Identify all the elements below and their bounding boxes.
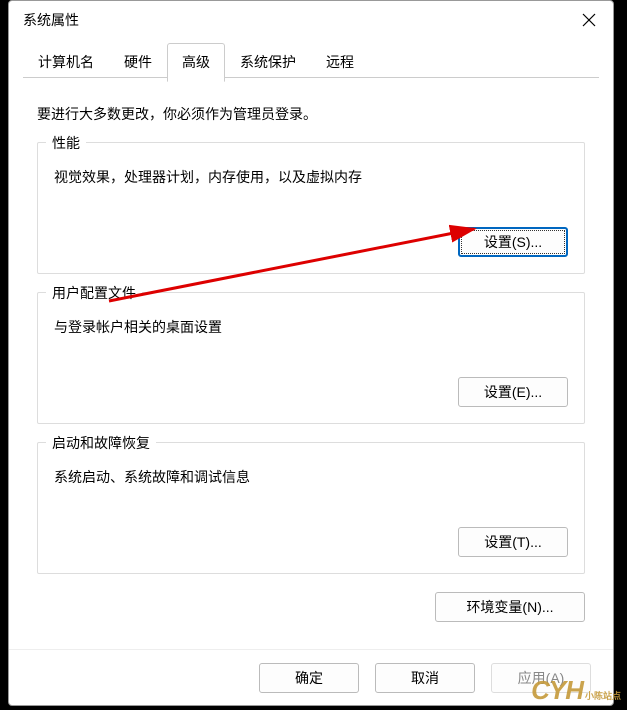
admin-note: 要进行大多数更改，你必须作为管理员登录。: [37, 104, 585, 124]
watermark: CYH小陈站点: [531, 675, 621, 706]
startup-recovery-desc: 系统启动、系统故障和调试信息: [54, 467, 568, 487]
environment-variables-button[interactable]: 环境变量(N)...: [435, 592, 585, 622]
ok-button[interactable]: 确定: [259, 663, 359, 693]
dialog-footer: 确定 取消 应用(A): [9, 649, 613, 705]
performance-desc: 视觉效果，处理器计划，内存使用，以及虚拟内存: [54, 167, 568, 187]
tab-system-protection[interactable]: 系统保护: [225, 43, 311, 81]
user-profiles-title: 用户配置文件: [46, 283, 142, 303]
cancel-button[interactable]: 取消: [375, 663, 475, 693]
close-icon: [582, 13, 596, 27]
close-button[interactable]: [577, 8, 601, 32]
startup-recovery-title: 启动和故障恢复: [46, 433, 156, 453]
titlebar: 系统属性: [9, 1, 613, 39]
tab-computer-name[interactable]: 计算机名: [23, 43, 109, 81]
tab-remote[interactable]: 远程: [311, 43, 369, 81]
startup-recovery-settings-button[interactable]: 设置(T)...: [458, 527, 568, 557]
user-profiles-desc: 与登录帐户相关的桌面设置: [54, 317, 568, 337]
tab-hardware[interactable]: 硬件: [109, 43, 167, 81]
performance-group: 性能 视觉效果，处理器计划，内存使用，以及虚拟内存 设置(S)...: [37, 142, 585, 274]
user-profiles-settings-button[interactable]: 设置(E)...: [458, 377, 568, 407]
tab-advanced[interactable]: 高级: [167, 43, 225, 82]
window-title: 系统属性: [23, 10, 79, 30]
performance-title: 性能: [46, 133, 86, 153]
tab-content-advanced: 要进行大多数更改，你必须作为管理员登录。 性能 视觉效果，处理器计划，内存使用，…: [9, 82, 613, 649]
user-profiles-group: 用户配置文件 与登录帐户相关的桌面设置 设置(E)...: [37, 292, 585, 424]
performance-settings-button[interactable]: 设置(S)...: [458, 227, 568, 257]
system-properties-dialog: 系统属性 计算机名 硬件 高级 系统保护 远程 要进行大多数更改，你必须作为管理…: [8, 0, 614, 706]
startup-recovery-group: 启动和故障恢复 系统启动、系统故障和调试信息 设置(T)...: [37, 442, 585, 574]
tab-bar: 计算机名 硬件 高级 系统保护 远程: [9, 39, 613, 82]
